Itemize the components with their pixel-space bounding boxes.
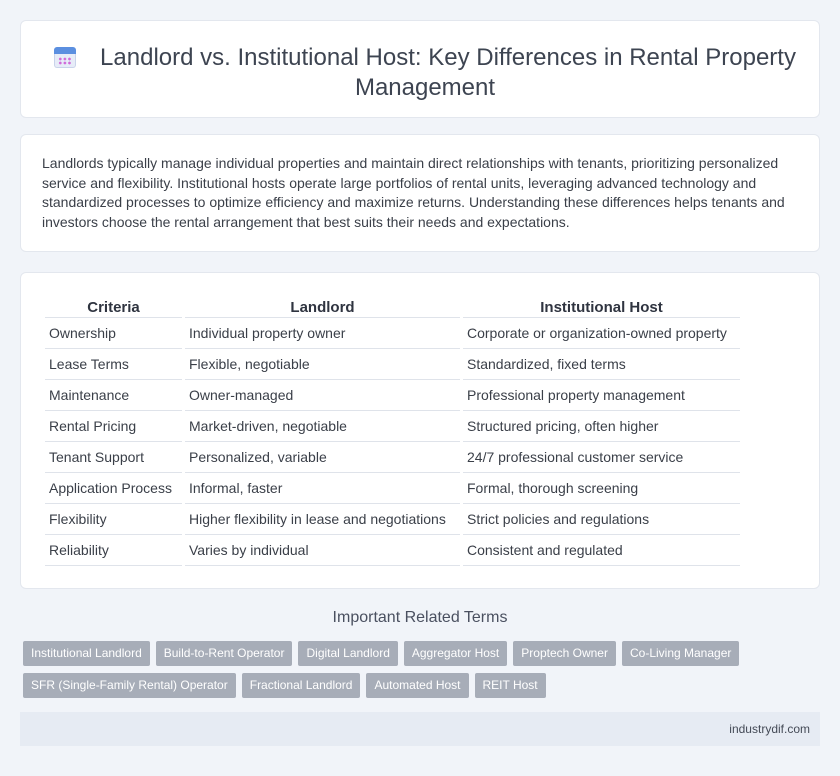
tag-aggregator-host[interactable]: Aggregator Host (403, 641, 508, 666)
tag-row: SFR (Single-Family Rental) Operator Frac… (23, 673, 823, 698)
table-row: Lease Terms Flexible, negotiable Standar… (45, 349, 740, 380)
header-landlord: Landlord (185, 297, 460, 318)
table-header-row: Criteria Landlord Institutional Host (45, 297, 740, 318)
row-institutional-host: Corporate or organization-owned property (463, 318, 740, 349)
table-row: Maintenance Owner-managed Professional p… (45, 380, 740, 411)
row-institutional-host: Strict policies and regulations (463, 504, 740, 535)
related-terms-heading: Important Related Terms (332, 609, 508, 626)
tag-digital-landlord[interactable]: Digital Landlord (298, 641, 398, 666)
intro-card: Landlords typically manage individual pr… (20, 134, 820, 252)
row-institutional-host: Standardized, fixed terms (463, 349, 740, 380)
row-criteria: Application Process (45, 473, 182, 504)
footer: industrydif.com (20, 712, 820, 746)
tag-institutional-landlord[interactable]: Institutional Landlord (23, 641, 150, 666)
row-criteria: Tenant Support (45, 442, 182, 473)
row-criteria: Reliability (45, 535, 182, 566)
intro-paragraph: Landlords typically manage individual pr… (42, 155, 785, 230)
row-landlord: Personalized, variable (185, 442, 460, 473)
row-institutional-host: 24/7 professional customer service (463, 442, 740, 473)
tag-automated-host[interactable]: Automated Host (366, 673, 469, 698)
page-title: Landlord vs. Institutional Host: Key Dif… (51, 43, 799, 103)
tag-reit-host[interactable]: REIT Host (474, 673, 546, 698)
row-landlord: Individual property owner (185, 318, 460, 349)
table-row: Application Process Informal, faster For… (45, 473, 740, 504)
header-institutional-host: Institutional Host (463, 297, 740, 318)
row-criteria: Lease Terms (45, 349, 182, 380)
row-institutional-host: Structured pricing, often higher (463, 411, 740, 442)
tag-proptech-owner[interactable]: Proptech Owner (513, 641, 616, 666)
tag-build-to-rent-operator[interactable]: Build-to-Rent Operator (155, 641, 293, 666)
row-landlord: Flexible, negotiable (185, 349, 460, 380)
row-landlord: Higher flexibility in lease and negotiat… (185, 504, 460, 535)
row-institutional-host: Consistent and regulated (463, 535, 740, 566)
comparison-card: Criteria Landlord Institutional Host Own… (20, 272, 820, 589)
calendar-icon (54, 46, 77, 68)
header-criteria: Criteria (45, 297, 182, 318)
tag-co-living-manager[interactable]: Co-Living Manager (621, 641, 740, 666)
tag-sfr-operator[interactable]: SFR (Single-Family Rental) Operator (23, 673, 236, 698)
table-row: Tenant Support Personalized, variable 24… (45, 442, 740, 473)
table-row: Ownership Individual property owner Corp… (45, 318, 740, 349)
row-criteria: Ownership (45, 318, 182, 349)
table-row: Rental Pricing Market-driven, negotiable… (45, 411, 740, 442)
row-institutional-host: Professional property management (463, 380, 740, 411)
footer-site-link[interactable]: industrydif.com (729, 722, 810, 736)
page-title-text: Landlord vs. Institutional Host: Key Dif… (100, 44, 796, 101)
table-row: Reliability Varies by individual Consist… (45, 535, 740, 566)
row-institutional-host: Formal, thorough screening (463, 473, 740, 504)
tag-row: Institutional Landlord Build-to-Rent Ope… (23, 641, 823, 666)
row-landlord: Market-driven, negotiable (185, 411, 460, 442)
row-landlord: Varies by individual (185, 535, 460, 566)
row-landlord: Owner-managed (185, 380, 460, 411)
row-landlord: Informal, faster (185, 473, 460, 504)
row-criteria: Rental Pricing (45, 411, 182, 442)
tag-fractional-landlord[interactable]: Fractional Landlord (241, 673, 361, 698)
comparison-table: Criteria Landlord Institutional Host Own… (42, 297, 743, 566)
title-card: Landlord vs. Institutional Host: Key Dif… (20, 20, 820, 118)
row-criteria: Maintenance (45, 380, 182, 411)
row-criteria: Flexibility (45, 504, 182, 535)
table-row: Flexibility Higher flexibility in lease … (45, 504, 740, 535)
related-terms-tags: Institutional Landlord Build-to-Rent Ope… (23, 641, 823, 705)
